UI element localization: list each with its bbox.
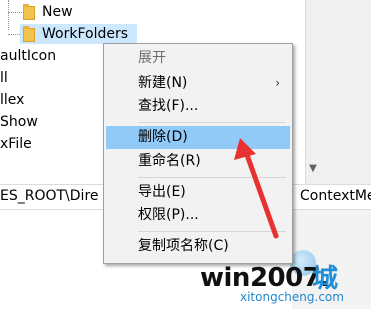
menu-item-label: 重命名(R) [138, 153, 201, 169]
address-path-right: ContextMe [300, 188, 371, 204]
menu-item-label: 导出(E) [138, 184, 186, 200]
menu-item-copy-key-name[interactable]: 复制项名称(C) [106, 235, 290, 258]
tree-item-label: WorkFolders [42, 26, 129, 42]
menu-item-label: 复制项名称(C) [138, 238, 229, 254]
menu-separator [138, 122, 286, 123]
watermark-text: win2007. [200, 263, 330, 293]
values-pane [305, 0, 371, 190]
tree-item-label: xFile [0, 136, 32, 152]
tree-item-workfolders[interactable]: WorkFolders [20, 24, 137, 44]
submenu-arrow-icon: › [275, 76, 280, 90]
tree-item-label: llex [0, 92, 25, 108]
menu-item-permissions[interactable]: 权限(P)... [106, 204, 290, 227]
tree-item-label: aultIcon [0, 48, 57, 64]
menu-item-label: 权限(P)... [138, 207, 199, 223]
menu-separator [138, 177, 286, 178]
menu-item-new[interactable]: 新建(N) › [106, 72, 290, 95]
menu-item-export[interactable]: 导出(E) [106, 181, 290, 204]
folder-icon [23, 4, 35, 20]
tree-item-label: ll [0, 70, 8, 86]
address-path-left: ES_ROOT\Dire [0, 188, 99, 204]
tree-item[interactable]: llex [0, 90, 24, 110]
menu-item-label: 新建(N) [138, 75, 188, 91]
tree-item[interactable]: aultIcon [0, 46, 56, 66]
watermark-url: xitongcheng.com [240, 290, 344, 304]
tree-item[interactable]: ll [0, 68, 8, 88]
menu-item-delete[interactable]: 删除(D) [106, 126, 290, 149]
tree-item-label: New [42, 4, 73, 20]
menu-item-find[interactable]: 查找(F)... [106, 95, 290, 118]
tree-item-new[interactable]: New [20, 2, 140, 22]
menu-item-label: 查找(F)... [138, 98, 199, 114]
tree-item-label: Show [0, 114, 38, 130]
menu-separator [138, 231, 286, 232]
tree-item[interactable]: Show [0, 112, 38, 132]
menu-item-label: 删除(D) [138, 129, 188, 145]
tree-item[interactable]: xFile [0, 134, 32, 154]
folder-icon [23, 26, 35, 42]
menu-item-expand[interactable]: 展开 [106, 47, 290, 70]
menu-item-rename[interactable]: 重命名(R) [106, 150, 290, 173]
menu-item-label: 展开 [138, 50, 166, 66]
context-menu: 展开 新建(N) › 查找(F)... 删除(D) 重命名(R) 导出(E) 权… [103, 43, 293, 264]
tree-guide-line [8, 0, 9, 30]
scroll-down-arrow-icon[interactable]: ▼ [305, 163, 321, 179]
